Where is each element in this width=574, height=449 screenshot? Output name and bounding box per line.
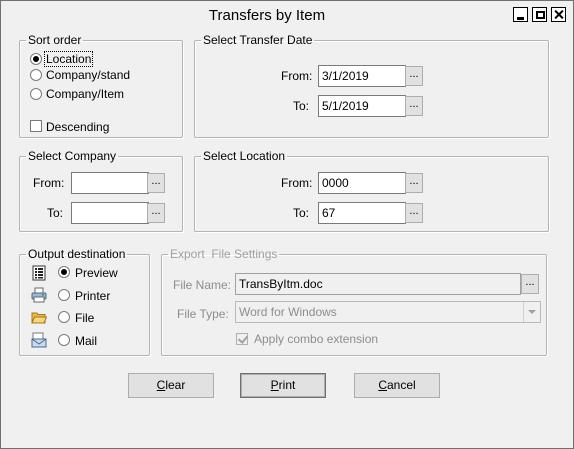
apply-combo-checkbox[interactable]: [236, 333, 248, 345]
file-name-label: File Name:: [173, 278, 232, 292]
location-legend: Select Location: [203, 149, 286, 163]
output-file-label[interactable]: File: [75, 311, 94, 325]
export-settings-legend: Export File Settings: [170, 247, 278, 261]
clear-button-label: lear: [165, 378, 186, 392]
company-to-label: To:: [47, 206, 64, 220]
location-from-input[interactable]: 0000: [318, 172, 406, 194]
transfer-date-to-input[interactable]: 5/1/2019: [318, 95, 406, 117]
sort-company-item-radio[interactable]: [30, 88, 42, 100]
output-preview-radio[interactable]: [58, 266, 70, 278]
print-button-label: rint: [278, 378, 296, 392]
company-to-input[interactable]: [71, 202, 149, 224]
output-destination-legend: Output destination: [28, 247, 126, 261]
file-type-label: File Type:: [177, 307, 229, 321]
location-to-lookup-button[interactable]: ...: [405, 203, 423, 223]
folder-icon: [31, 312, 47, 324]
output-mail-label[interactable]: Mail: [75, 334, 97, 348]
file-name-input[interactable]: TransByItm.doc: [235, 273, 521, 295]
print-button-accel: P: [270, 378, 279, 392]
sort-company-item-label[interactable]: Company/Item: [46, 87, 124, 101]
apply-combo-label: Apply combo extension: [254, 332, 379, 346]
file-type-value: Word for Windows: [239, 305, 337, 319]
transfer-date-from-input[interactable]: 3/1/2019: [318, 65, 406, 87]
file-type-select[interactable]: Word for Windows: [235, 301, 541, 323]
dialog-window: Transfers by Item Sort order Location Co…: [0, 0, 574, 449]
company-legend: Select Company: [28, 149, 117, 163]
sort-company-stand-radio[interactable]: [30, 69, 42, 81]
company-from-lookup-button[interactable]: ...: [147, 173, 165, 193]
company-from-label: From:: [33, 176, 65, 190]
company-from-input[interactable]: [71, 172, 149, 194]
transfer-date-from-picker-button[interactable]: ...: [405, 66, 423, 86]
sort-company-stand-label[interactable]: Company/stand: [46, 68, 130, 82]
location-to-input[interactable]: 67: [318, 202, 406, 224]
transfer-date-from-label: From:: [281, 69, 313, 83]
printer-icon: [31, 287, 47, 303]
minimize-icon[interactable]: [513, 7, 528, 22]
cancel-button[interactable]: Cancel: [354, 373, 440, 398]
output-printer-radio[interactable]: [58, 289, 70, 301]
output-file-radio[interactable]: [58, 311, 70, 323]
mail-icon: [31, 332, 47, 348]
location-to-label: To:: [293, 206, 310, 220]
close-icon[interactable]: [551, 7, 566, 22]
print-button[interactable]: Print: [240, 373, 326, 398]
transfer-date-legend: Select Transfer Date: [203, 33, 313, 47]
cancel-button-label: ancel: [386, 378, 416, 392]
transfer-date-to-label: To:: [293, 99, 310, 113]
sort-location-label[interactable]: Location: [43, 51, 94, 67]
file-name-browse-button[interactable]: ...: [521, 274, 539, 294]
sort-location-radio[interactable]: [30, 53, 42, 65]
output-preview-label[interactable]: Preview: [75, 266, 118, 280]
descending-label[interactable]: Descending: [46, 120, 109, 134]
cancel-button-accel: C: [378, 378, 387, 392]
title-bar: Transfers by Item: [1, 1, 573, 30]
output-printer-label[interactable]: Printer: [75, 289, 110, 303]
transfer-date-to-picker-button[interactable]: ...: [405, 96, 423, 116]
chevron-down-icon[interactable]: [523, 302, 540, 322]
preview-icon: [32, 265, 46, 281]
output-mail-radio[interactable]: [58, 334, 70, 346]
location-from-lookup-button[interactable]: ...: [405, 173, 423, 193]
sort-order-legend: Sort order: [28, 33, 82, 47]
company-to-lookup-button[interactable]: ...: [147, 203, 165, 223]
location-from-label: From:: [281, 176, 313, 190]
clear-button[interactable]: Clear: [128, 373, 214, 398]
descending-checkbox[interactable]: [30, 120, 42, 132]
maximize-icon[interactable]: [532, 7, 547, 22]
window-title: Transfers by Item: [208, 7, 326, 24]
